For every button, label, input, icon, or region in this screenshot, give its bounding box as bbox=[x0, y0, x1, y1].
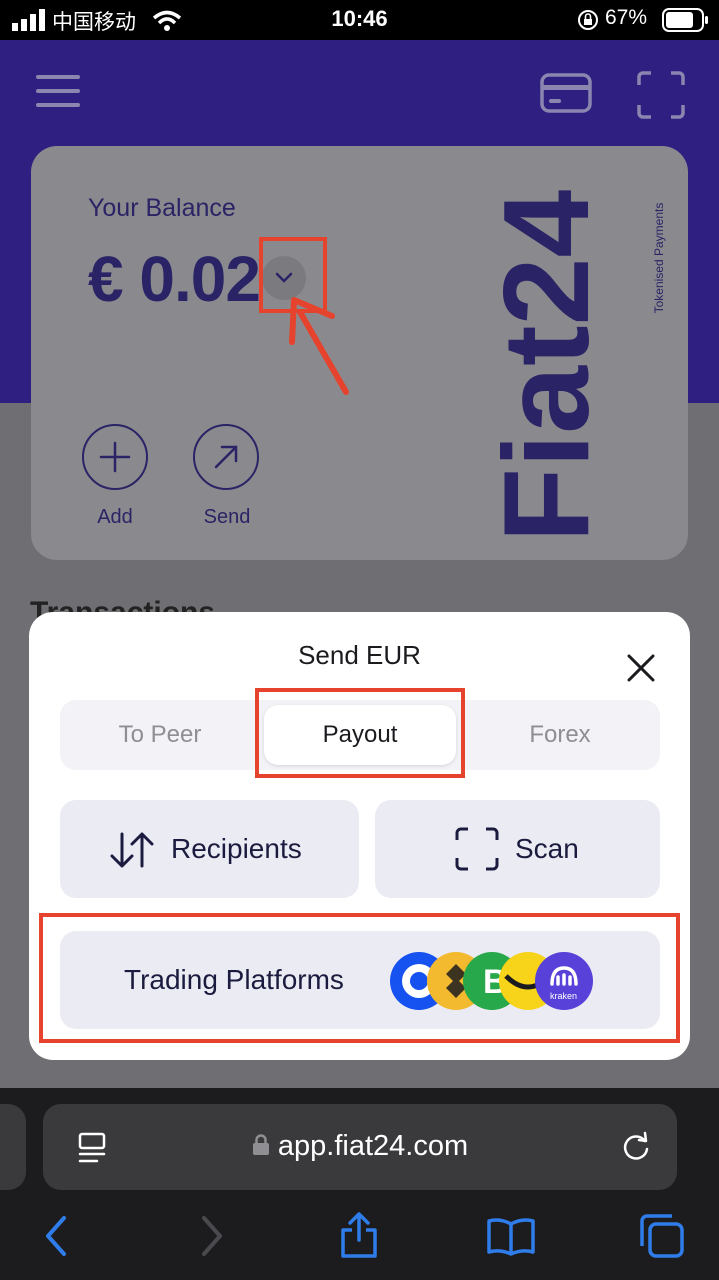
bookmarks-icon[interactable] bbox=[486, 1216, 536, 1256]
scan-label: Scan bbox=[515, 833, 579, 864]
close-icon[interactable] bbox=[621, 648, 661, 688]
address-bar[interactable]: app.fiat24.com bbox=[43, 1104, 677, 1190]
annotation-box-payout bbox=[255, 688, 465, 778]
tab-forex[interactable]: Forex bbox=[460, 700, 660, 770]
balance-amount: € 0.02 bbox=[88, 243, 261, 315]
url-label: app.fiat24.com bbox=[277, 1130, 469, 1162]
menu-icon[interactable] bbox=[36, 75, 80, 107]
orientation-lock-icon bbox=[578, 10, 598, 30]
share-icon[interactable] bbox=[338, 1210, 380, 1260]
lock-icon bbox=[252, 1134, 269, 1155]
brand-tagline: Tokenised Payments bbox=[652, 202, 666, 314]
back-icon[interactable] bbox=[40, 1214, 72, 1258]
tabs-icon[interactable] bbox=[638, 1212, 686, 1260]
arrow-up-right-icon bbox=[214, 445, 238, 469]
modal-title: Send EUR bbox=[298, 640, 421, 670]
tab-to-peer[interactable]: To Peer bbox=[60, 700, 260, 770]
battery-icon bbox=[662, 8, 708, 32]
previous-tab-edge[interactable] bbox=[0, 1104, 26, 1190]
send-label: Send bbox=[203, 506, 251, 528]
balance-label: Your Balance bbox=[88, 194, 236, 222]
brand-logo: Fiat24 bbox=[478, 189, 614, 543]
scan-button[interactable]: Scan bbox=[375, 800, 660, 898]
card-icon[interactable] bbox=[540, 73, 592, 113]
url-text: app.fiat24.com bbox=[43, 1130, 677, 1163]
scan-icon bbox=[455, 827, 499, 871]
scan-qr-icon[interactable] bbox=[637, 71, 685, 119]
reload-icon[interactable] bbox=[619, 1130, 653, 1164]
annotation-box-trading bbox=[39, 913, 680, 1043]
browser-toolbar: app.fiat24.com bbox=[0, 1088, 719, 1280]
forward-icon[interactable] bbox=[196, 1214, 228, 1258]
recipients-label: Recipients bbox=[171, 833, 302, 864]
recipients-button[interactable]: Recipients bbox=[60, 800, 359, 898]
plus-icon bbox=[99, 441, 131, 473]
add-label: Add bbox=[97, 506, 133, 528]
battery-percent: 67% bbox=[605, 6, 648, 29]
status-bar: 中国移动 10:46 67% bbox=[0, 0, 719, 40]
add-funds-button[interactable] bbox=[82, 424, 148, 490]
send-button[interactable] bbox=[193, 424, 259, 490]
sort-arrows-icon bbox=[110, 832, 154, 868]
annotation-arrow bbox=[289, 297, 349, 395]
